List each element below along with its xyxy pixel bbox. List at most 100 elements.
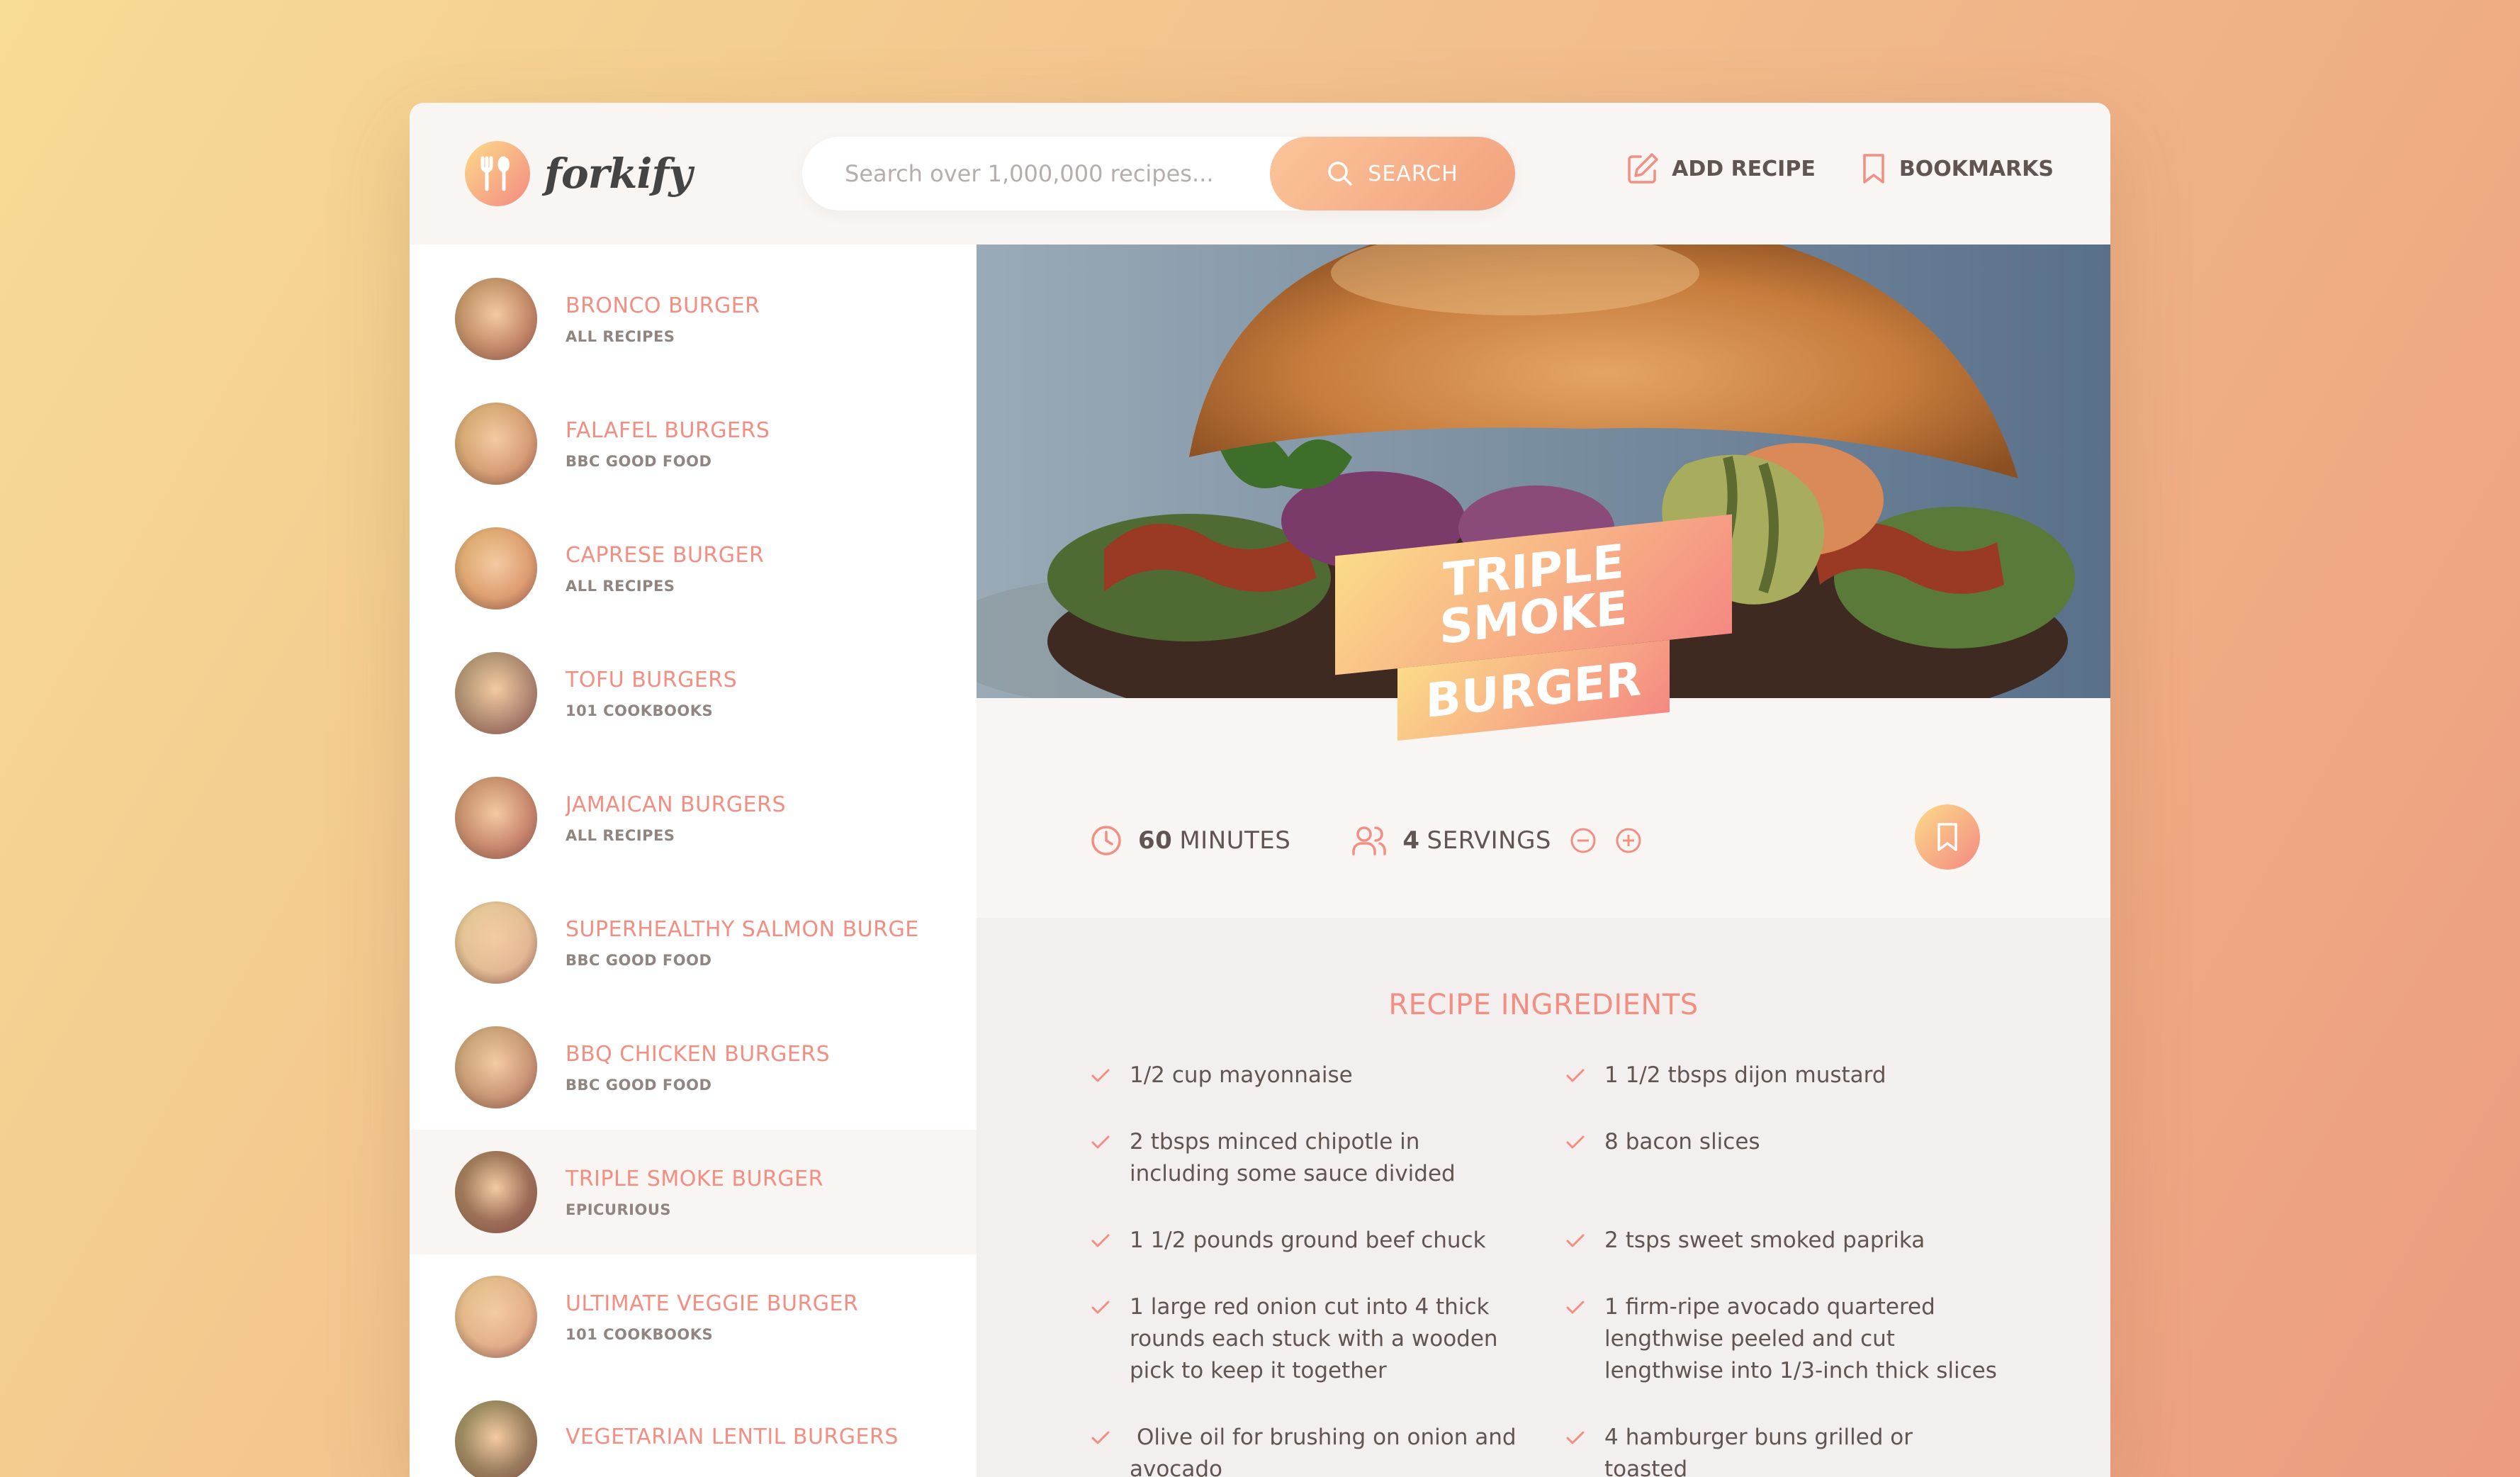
result-text: BBQ CHICKEN BURGERS BBC GOOD FOOD [566, 1042, 830, 1094]
recipe-view: TRIPLE SMOKE BURGER 60 MINUTES 4 SERVING… [977, 245, 2110, 1477]
search-results: BRONCO BURGER ALL RECIPES FALAFEL BURGERS B… [410, 245, 977, 1477]
ingredient-text: 4 hamburger buns grilled or toasted [1604, 1422, 2001, 1477]
result-thumbnail [455, 527, 537, 610]
search-form: SEARCH [802, 137, 1515, 210]
check-icon [1091, 1234, 1110, 1247]
result-publisher: ALL RECIPES [566, 327, 675, 345]
ingredient-description: pounds ground beef chuck [1193, 1228, 1486, 1253]
result-thumbnail [455, 403, 537, 485]
fork-knife-icon [465, 141, 530, 206]
bookmark-recipe-button[interactable] [1915, 804, 1980, 870]
bookmarks-label: BOOKMARKS [1899, 156, 2054, 181]
edit-icon [1628, 153, 1658, 184]
ingredient-description: tbsps dijon mustard [1667, 1062, 1886, 1088]
minus-circle-icon[interactable] [1570, 827, 1597, 854]
check-icon [1091, 1431, 1110, 1444]
cooking-time: 60 MINUTES [1090, 824, 1290, 857]
result-thumbnail [455, 1276, 537, 1358]
ingredient-text: 2 tbsps minced chipotle in including some… [1130, 1126, 1526, 1190]
result-thumbnail [455, 902, 537, 984]
ingredient-description: hamburger buns grilled or toasted [1604, 1425, 1913, 1477]
result-text: FALAFEL BURGERS BBC GOOD FOOD [566, 418, 770, 470]
ingredient-quantity: 1 1/2 [1604, 1062, 1661, 1088]
ingredient-description: tbsps minced chipotle in including some … [1130, 1129, 1456, 1186]
result-text: BRONCO BURGER ALL RECIPES [566, 293, 760, 345]
ingredient-item: 1 1/2 pounds ground beef chuck [1090, 1225, 1565, 1257]
result-thumbnail [455, 1026, 537, 1108]
ingredient-item: 1 firm-ripe avocado quartered lengthwise … [1565, 1291, 2011, 1387]
result-item[interactable]: BBQ CHICKEN BURGERS BBC GOOD FOOD [410, 1005, 977, 1130]
ingredient-description: firm-ripe avocado quartered lengthwise p… [1604, 1294, 1997, 1383]
servings-controls [1570, 827, 1658, 854]
search-button[interactable]: SEARCH [1270, 137, 1515, 210]
check-icon [1091, 1135, 1110, 1149]
add-recipe-label: ADD RECIPE [1672, 156, 1816, 181]
search-button-label: SEARCH [1368, 161, 1458, 186]
plus-circle-icon[interactable] [1615, 827, 1642, 854]
result-item[interactable]: CAPRESE BURGER ALL RECIPES [410, 506, 977, 631]
check-icon [1566, 1135, 1585, 1149]
ingredient-text: 2 tsps sweet smoked paprika [1604, 1225, 1925, 1257]
result-text: TRIPLE SMOKE BURGER EPICURIOUS [566, 1167, 823, 1218]
result-publisher: BBC GOOD FOOD [566, 452, 712, 470]
result-title: FALAFEL BURGERS [566, 417, 770, 443]
result-item[interactable]: VEGETARIAN LENTIL BURGERS [410, 1379, 977, 1477]
search-icon [1328, 162, 1353, 186]
result-publisher: BBC GOOD FOOD [566, 1076, 712, 1094]
ingredient-item: 1/2 cup mayonnaise [1090, 1060, 1565, 1091]
result-item[interactable]: ULTIMATE VEGGIE BURGER 101 COOKBOOKS [410, 1254, 977, 1379]
ingredient-text: 1/2 cup mayonnaise [1130, 1060, 1353, 1091]
ingredient-description: large red onion cut into 4 thick rounds … [1130, 1294, 1498, 1383]
ingredient-item: 8 bacon slices [1565, 1126, 2011, 1190]
result-item[interactable]: JAMAICAN BURGERS ALL RECIPES [410, 756, 977, 880]
result-title: BBQ CHICKEN BURGERS [566, 1041, 831, 1067]
ingredients-list: 1/2 cup mayonnaise 1 1/2 tbsps dijon mustar… [1090, 1060, 2011, 1477]
ingredient-description: cup mayonnaise [1171, 1062, 1353, 1088]
result-publisher: 101 COOKBOOKS [566, 702, 714, 719]
result-publisher: 101 COOKBOOKS [566, 1325, 714, 1343]
result-text: ULTIMATE VEGGIE BURGER 101 COOKBOOKS [566, 1291, 858, 1343]
ingredients-heading: RECIPE INGREDIENTS [1388, 989, 1699, 1021]
top-nav: ADD RECIPE BOOKMARKS [1626, 152, 2054, 185]
ingredient-description: tsps sweet smoked paprika [1625, 1228, 1925, 1253]
check-icon [1566, 1431, 1585, 1444]
ingredient-text: 1 1/2 tbsps dijon mustard [1604, 1060, 1886, 1091]
check-icon [1566, 1069, 1585, 1082]
result-publisher: ALL RECIPES [566, 577, 675, 595]
ingredient-item: 1 large red onion cut into 4 thick rounds… [1090, 1291, 1565, 1387]
check-icon [1566, 1301, 1585, 1314]
result-item[interactable]: BRONCO BURGER ALL RECIPES [410, 257, 977, 381]
result-item[interactable]: FALAFEL BURGERS BBC GOOD FOOD [410, 381, 977, 506]
check-icon [1566, 1234, 1585, 1247]
ingredient-quantity: 1 1/2 [1130, 1228, 1186, 1253]
result-text: TOFU BURGERS 101 COOKBOOKS [566, 668, 737, 719]
bookmarks-button[interactable]: BOOKMARKS [1861, 152, 2054, 185]
ingredient-quantity: 1 [1604, 1294, 1619, 1320]
result-publisher: EPICURIOUS [566, 1201, 672, 1218]
result-thumbnail [455, 777, 537, 859]
result-text: JAMAICAN BURGERS ALL RECIPES [566, 792, 786, 844]
result-text: VEGETARIAN LENTIL BURGERS [566, 1425, 899, 1459]
result-text: CAPRESE BURGER ALL RECIPES [566, 543, 764, 595]
result-text: SUPERHEALTHY SALMON BURGE... BBC GOOD FOO… [566, 917, 920, 969]
bookmark-icon [1937, 823, 1957, 851]
ingredient-quantity: 2 [1130, 1129, 1144, 1155]
result-thumbnail [455, 278, 537, 360]
bookmark-icon [1863, 154, 1884, 184]
ingredient-quantity: 8 [1604, 1129, 1619, 1155]
ingredient-item: 2 tbsps minced chipotle in including some… [1090, 1126, 1565, 1190]
logo[interactable]: forkify [465, 141, 692, 206]
app-container: forkify SEARCH ADD RECIPE [410, 103, 2110, 1477]
ingredient-quantity: 2 [1604, 1228, 1619, 1253]
ingredient-text: 1 large red onion cut into 4 thick rounds… [1130, 1291, 1526, 1387]
servings: 4 SERVINGS [1351, 824, 1658, 857]
result-item[interactable]: TRIPLE SMOKE BURGER EPICURIOUS [410, 1130, 977, 1254]
add-recipe-button[interactable]: ADD RECIPE [1626, 152, 1816, 185]
result-item[interactable]: TOFU BURGERS 101 COOKBOOKS [410, 631, 977, 756]
result-item[interactable]: SUPERHEALTHY SALMON BURGE... BBC GOOD FOO… [410, 880, 977, 1005]
ingredient-item: 2 tsps sweet smoked paprika [1565, 1225, 2011, 1257]
result-title: CAPRESE BURGER [566, 542, 765, 568]
result-title: SUPERHEALTHY SALMON BURGE... [566, 916, 920, 942]
search-input[interactable] [802, 137, 1270, 210]
ingredient-quantity: 1/2 [1130, 1062, 1165, 1088]
